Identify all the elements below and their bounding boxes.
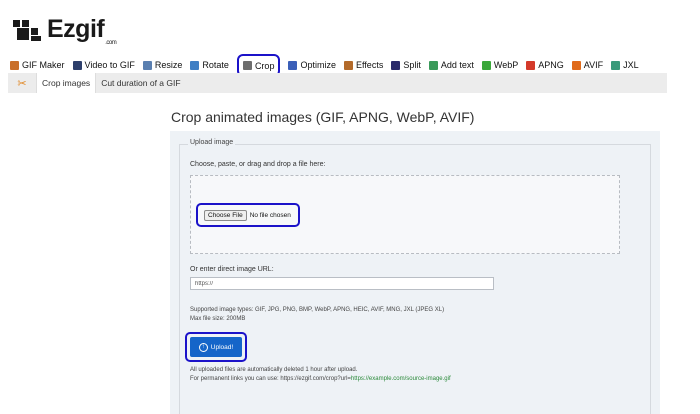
nav-jxl[interactable]: JXL	[611, 57, 639, 73]
nav-effects[interactable]: Effects	[343, 57, 383, 73]
upload-panel: Upload image Choose, paste, or drag and …	[170, 131, 660, 414]
nav-avif[interactable]: AVIF	[571, 57, 603, 73]
nav-rotate[interactable]: Rotate	[190, 57, 229, 73]
main-nav: GIF Maker Video to GIF Resize Rotate Cro…	[10, 54, 647, 77]
supported-types: Supported image types: GIF, JPG, PNG, BM…	[190, 307, 445, 313]
split-icon	[391, 60, 401, 70]
scissors-icon: ✂	[17, 77, 27, 90]
page-title: Crop animated images (GIF, APNG, WebP, A…	[171, 109, 475, 125]
no-file-text: No file chosen	[249, 211, 291, 219]
subnav-crop-images[interactable]: Crop images	[36, 73, 97, 93]
url-input[interactable]	[190, 277, 494, 290]
drop-zone[interactable]: Choose File No file chosen	[190, 175, 620, 254]
nav-split[interactable]: Split	[391, 57, 421, 73]
upload-button-highlight: ↑ Upload!	[185, 332, 247, 362]
drop-label: Choose, paste, or drag and drop a file h…	[190, 161, 326, 168]
max-file-size: Max file size: 200MB	[190, 316, 246, 322]
upload-icon: ↑	[198, 342, 208, 352]
rotate-icon	[190, 60, 200, 70]
optimize-icon	[288, 60, 298, 70]
add-text-icon	[428, 60, 438, 70]
choose-file-button[interactable]: Choose File	[204, 209, 247, 221]
logo-text: Ezgif.com	[47, 14, 117, 46]
nav-video-to-gif[interactable]: Video to GIF	[72, 57, 135, 73]
crop-icon	[242, 61, 252, 70]
apng-icon	[526, 60, 536, 70]
upload-fieldset: Upload image Choose, paste, or drag and …	[179, 139, 651, 414]
nav-optimize[interactable]: Optimize	[288, 57, 336, 73]
nav-apng[interactable]: APNG	[526, 57, 564, 73]
nav-webp[interactable]: WebP	[481, 57, 518, 73]
upload-legend: Upload image	[188, 139, 236, 146]
sub-nav: ✂ Crop images Cut duration of a GIF	[8, 73, 667, 93]
permanent-link-note: For permanent links you can use: https:/…	[190, 376, 451, 382]
upload-button[interactable]: ↑ Upload!	[190, 337, 242, 357]
nav-add-text[interactable]: Add text	[428, 57, 474, 73]
auto-delete-note: All uploaded files are automatically del…	[190, 367, 358, 373]
jxl-icon	[611, 60, 621, 70]
url-label: Or enter direct image URL:	[190, 266, 274, 273]
nav-gif-maker[interactable]: GIF Maker	[10, 57, 65, 73]
logo-mark-icon	[13, 16, 43, 42]
subnav-cut-duration[interactable]: Cut duration of a GIF	[96, 73, 185, 93]
ezgif-logo[interactable]: Ezgif.com	[13, 14, 117, 46]
gif-maker-icon	[10, 60, 19, 70]
file-input[interactable]: Choose File No file chosen	[196, 203, 300, 227]
resize-icon	[142, 60, 152, 70]
video-icon	[72, 60, 82, 70]
effects-icon	[343, 60, 353, 70]
avif-icon	[571, 60, 581, 70]
nav-resize[interactable]: Resize	[142, 57, 182, 73]
webp-icon	[481, 60, 491, 70]
